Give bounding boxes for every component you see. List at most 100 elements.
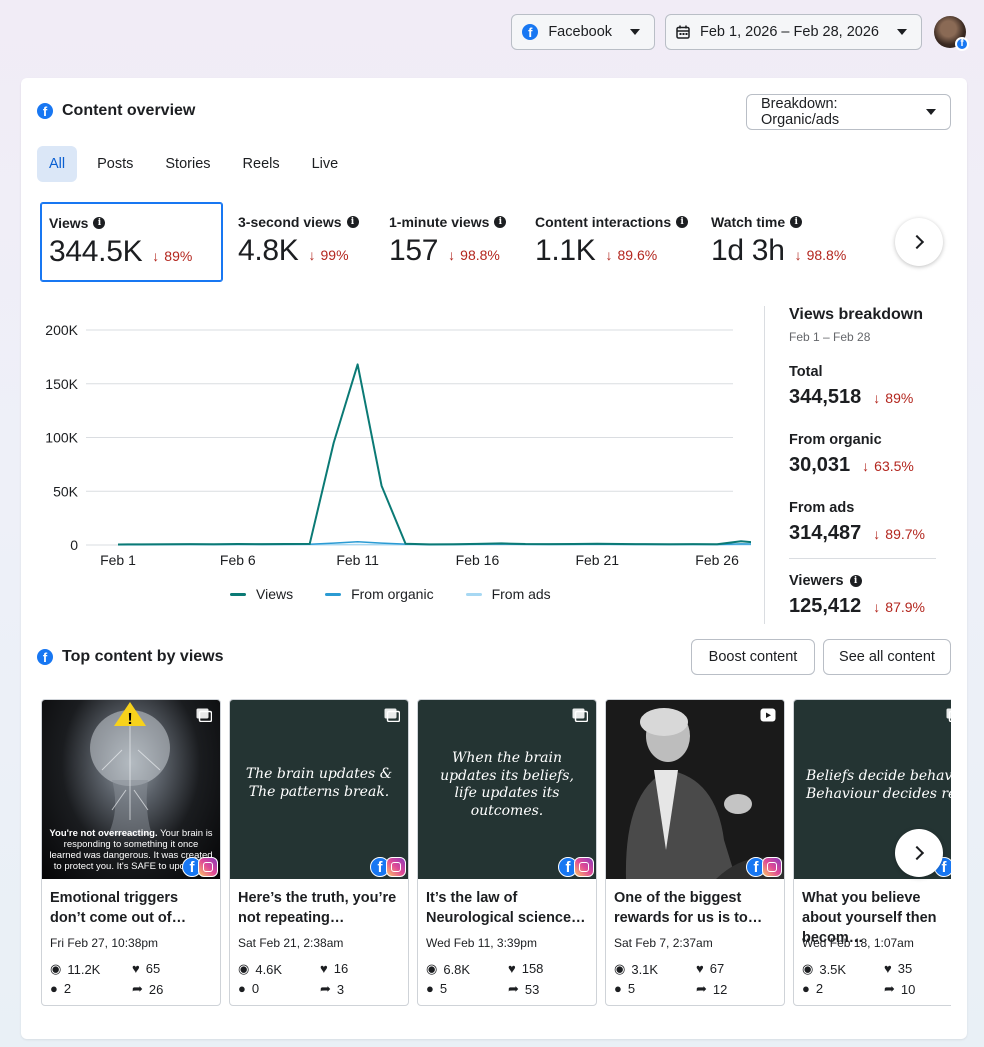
post-title: Emotional triggers don’t come out of… [50, 890, 187, 926]
legend-swatch [325, 592, 342, 596]
metric-delta: 89% [164, 248, 193, 264]
tab-live[interactable]: Live [300, 146, 351, 182]
heart-icon: ♥ [320, 961, 328, 976]
platform-selector[interactable]: f Facebook [511, 14, 656, 50]
heart-icon: ♥ [508, 961, 516, 976]
overlay-line: The patterns break. [248, 783, 390, 800]
post-shares: 3 [336, 981, 345, 997]
comment-icon: ● [238, 981, 246, 996]
tab-posts[interactable]: Posts [85, 146, 145, 182]
legend-label: Views [256, 586, 294, 602]
post-thumbnail[interactable]: f [606, 700, 784, 879]
post-comments: 2 [815, 981, 824, 996]
breakdown-title: Views breakdown [789, 306, 923, 323]
metric-watch-time[interactable]: Watch time i 1d 3h ↓ 98.8% [703, 202, 868, 282]
overlay-line: Behaviour decides results. [806, 785, 951, 802]
instagram-icon [386, 857, 406, 877]
info-icon[interactable]: i [790, 216, 803, 228]
breakdown-viewers: Viewers i 125,412 ↓ 87.9% [789, 573, 925, 618]
legend-swatch [465, 592, 482, 596]
legend-label: From ads [491, 586, 551, 602]
breakdown-delta: 89.7% [885, 526, 925, 542]
tab-stories[interactable]: Stories [153, 146, 222, 182]
breakdown-label: From ads [789, 500, 855, 516]
views-breakdown: Views breakdown Feb 1 – Feb 28 Total 344… [789, 306, 939, 617]
share-icon: ➦ [320, 981, 331, 996]
x-tick-label: Feb 6 [220, 552, 256, 568]
content-overview-header: f Content overview [37, 102, 195, 120]
metric-views[interactable]: Views i 344.5K ↓ 89% [40, 202, 223, 282]
heart-icon: ♥ [696, 961, 704, 976]
info-icon[interactable]: i [676, 216, 689, 228]
metric-content-interactions[interactable]: Content interactions i 1.1K ↓ 89.6% [527, 202, 697, 282]
info-icon[interactable]: i [93, 217, 106, 229]
post-likes: 35 [897, 961, 913, 976]
metric-label: 1-minute views [389, 214, 490, 230]
info-icon[interactable]: i [494, 216, 507, 228]
share-icon: ➦ [884, 981, 895, 996]
x-tick-label: Feb 21 [575, 552, 619, 568]
post-title: One of the biggest rewards for us is to… [614, 890, 763, 926]
chevron-right-icon [909, 845, 925, 861]
breakdown-value: 344,518 [789, 386, 862, 408]
tab-reels[interactable]: Reels [231, 146, 292, 182]
post-card[interactable]: ! You're not overreacting. Your brain is… [41, 699, 221, 1006]
metric-label: Content interactions [535, 214, 672, 230]
arrow-down-icon: ↓ [152, 248, 160, 264]
post-overlay-text: The brain updates & The patterns break. [230, 766, 408, 801]
arrow-down-icon: ↓ [873, 526, 881, 542]
avatar[interactable]: f [934, 16, 969, 51]
legend-swatch [230, 592, 246, 596]
legend-item-from-organic[interactable]: From organic [325, 586, 434, 602]
metric-delta: 98.8% [806, 247, 847, 263]
see-all-content-button[interactable]: See all content [823, 639, 951, 675]
metric-3-second-views[interactable]: 3-second views i 4.8K ↓ 99% [230, 202, 375, 282]
metric-value: 344.5K [49, 235, 143, 268]
eye-icon: ◉ [614, 961, 626, 976]
share-icon: ➦ [696, 981, 707, 996]
comment-icon: ● [614, 981, 622, 996]
post-date: Wed Feb 18, 1:07am [802, 936, 914, 950]
boost-content-button[interactable]: Boost content [691, 639, 815, 675]
post-likes: 65 [145, 961, 161, 976]
carousel-next-button[interactable] [895, 829, 943, 877]
eye-icon: ◉ [426, 961, 438, 976]
breakdown-from-organic: From organic 30,031 ↓ 63.5% [789, 432, 914, 477]
image-icon [946, 708, 951, 722]
post-thumbnail[interactable]: When the brain updates its beliefs, life… [418, 700, 596, 879]
breakdown-dropdown[interactable]: Breakdown: Organic/ads [746, 94, 951, 130]
breakdown-from-ads: From ads 314,487 ↓ 89.7% [789, 500, 925, 545]
post-thumbnail[interactable]: The brain updates & The patterns break. … [230, 700, 408, 879]
platform-badges: f [746, 857, 782, 877]
post-thumbnail[interactable]: ! You're not overreacting. Your brain is… [42, 700, 220, 879]
post-card[interactable]: The brain updates & The patterns break. … [229, 699, 409, 1006]
metrics-next-button[interactable] [895, 218, 943, 266]
info-icon[interactable]: i [346, 216, 359, 228]
info-icon[interactable]: i [849, 575, 862, 587]
tab-all[interactable]: All [37, 146, 78, 182]
metric-label: 3-second views [238, 214, 342, 230]
post-comments: 5 [627, 981, 636, 996]
legend-item-from-ads[interactable]: From ads [465, 586, 551, 602]
arrow-down-icon: ↓ [873, 599, 881, 615]
post-date: Fri Feb 27, 10:38pm [50, 936, 159, 950]
overlay-line: outcomes. [470, 802, 544, 819]
post-date: Sat Feb 7, 2:37am [614, 936, 713, 950]
post-title: It’s the law of Neurological science… [426, 890, 586, 926]
image-icon [384, 708, 400, 722]
eye-icon: ◉ [50, 961, 62, 976]
post-date: Wed Feb 11, 3:39pm [426, 936, 537, 950]
x-tick-label: Feb 11 [336, 552, 379, 568]
post-card[interactable]: When the brain updates its beliefs, life… [417, 699, 597, 1006]
arrow-down-icon: ↓ [862, 458, 870, 474]
post-card[interactable]: f One of the biggest rewards for us is t… [605, 699, 785, 1006]
date-range-picker[interactable]: Feb 1, 2026 – Feb 28, 2026 [665, 14, 922, 50]
series-line-views [117, 363, 751, 546]
legend-item-views[interactable]: Views [230, 586, 293, 602]
y-tick-label: 50K [53, 483, 79, 499]
legend-label: From organic [351, 586, 434, 602]
breakdown-label: Total [789, 364, 823, 380]
metric-1-minute-views[interactable]: 1-minute views i 157 ↓ 98.8% [381, 202, 521, 282]
chart-legend: Views From organic From ads [230, 586, 551, 602]
share-icon: ➦ [508, 981, 519, 996]
